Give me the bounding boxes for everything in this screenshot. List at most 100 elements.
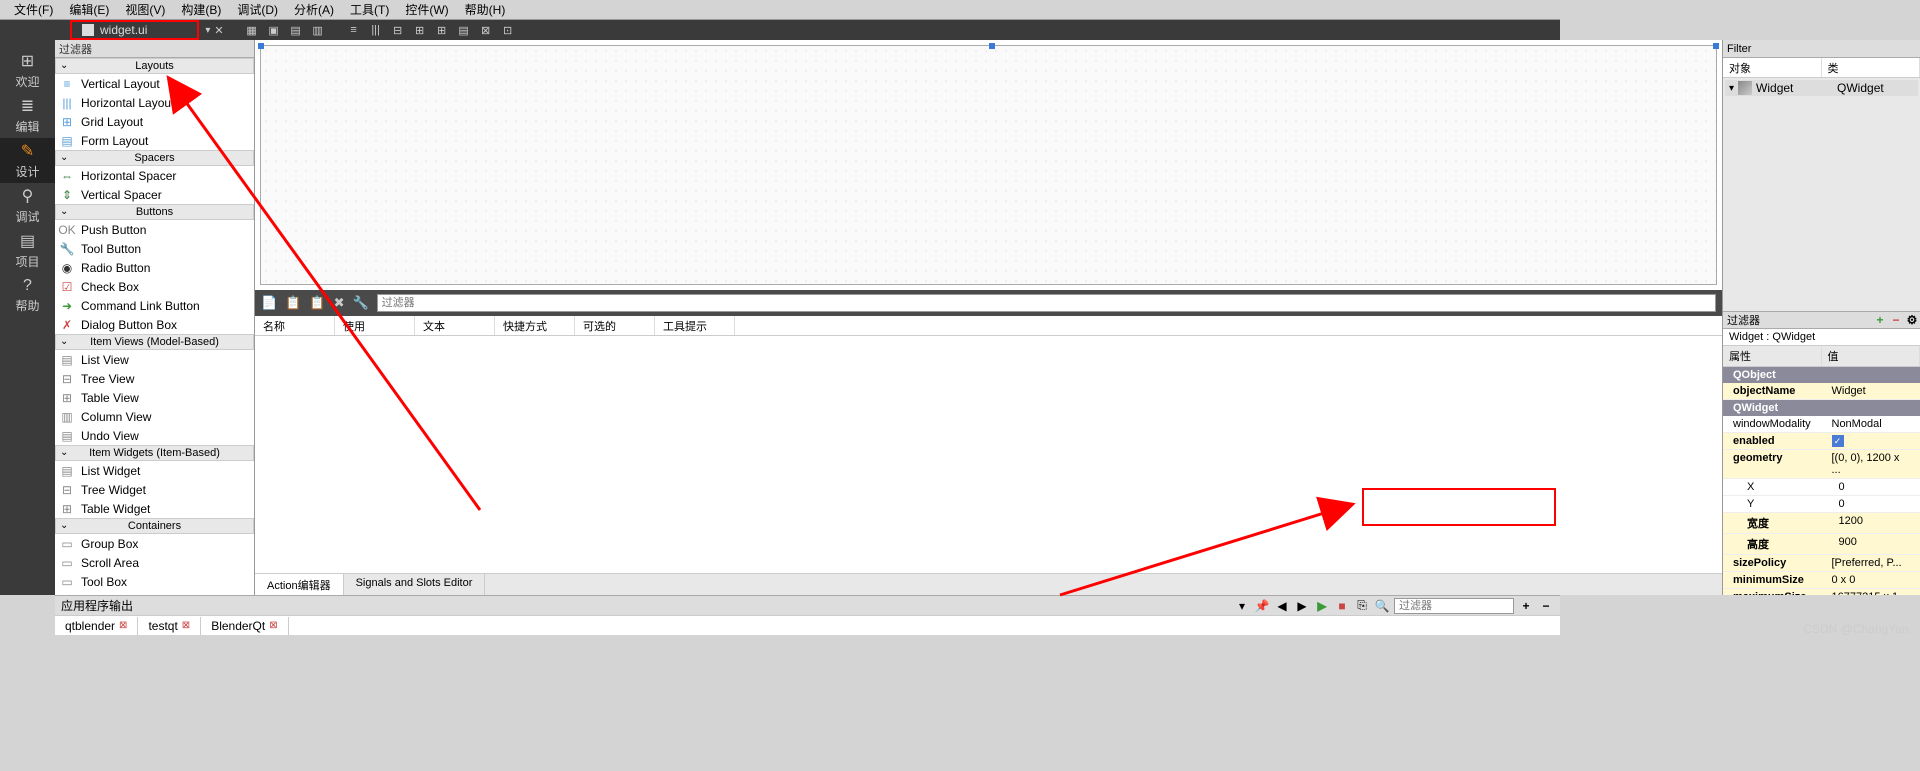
widget-item[interactable]: ➜Command Link Button xyxy=(55,296,254,315)
property-row[interactable]: 宽度1200 xyxy=(1723,513,1920,534)
widget-item[interactable]: ◉Radio Button xyxy=(55,258,254,277)
mode-项目[interactable]: ▤项目 xyxy=(0,228,55,273)
close-icon[interactable]: ⊠ xyxy=(269,620,277,631)
action-column-header[interactable]: 使用 xyxy=(335,316,415,335)
project-tab[interactable]: BlenderQt⊠ xyxy=(201,617,288,635)
close-icon[interactable]: ⊠ xyxy=(119,620,127,631)
menu-item[interactable]: 控件(W) xyxy=(399,0,454,20)
menu-item[interactable]: 文件(F) xyxy=(8,0,59,20)
action-column-header[interactable]: 快捷方式 xyxy=(495,316,575,335)
property-value[interactable]: 900 xyxy=(1829,534,1920,554)
widget-item[interactable]: ▤List Widget xyxy=(55,461,254,480)
property-row[interactable]: windowModalityNonModal xyxy=(1723,416,1920,433)
copy-action-icon[interactable]: 📋 xyxy=(285,295,301,311)
action-filter-input[interactable] xyxy=(377,294,1716,312)
mode-编辑[interactable]: ≣编辑 xyxy=(0,93,55,138)
widget-category[interactable]: Spacers xyxy=(55,150,254,166)
add-property-icon[interactable]: + xyxy=(1872,312,1888,328)
widget-item[interactable]: OKPush Button xyxy=(55,220,254,239)
property-row[interactable]: Y0 xyxy=(1723,496,1920,513)
property-value[interactable]: 0 x 0 xyxy=(1822,572,1920,588)
action-column-header[interactable]: 工具提示 xyxy=(655,316,735,335)
widget-item[interactable]: ▭Group Box xyxy=(55,534,254,553)
property-menu-icon[interactable]: ⚙ xyxy=(1904,312,1920,328)
widget-item[interactable]: |||Horizontal Layout xyxy=(55,93,254,112)
layout-form-icon[interactable]: ▤ xyxy=(456,22,472,38)
widget-item[interactable]: ⊞Table View xyxy=(55,388,254,407)
menu-item[interactable]: 调试(D) xyxy=(231,0,284,20)
bottom-tab[interactable]: Signals and Slots Editor xyxy=(344,574,486,595)
property-value[interactable]: 1200 xyxy=(1829,513,1920,533)
layout-v-icon[interactable]: ||| xyxy=(368,22,384,38)
widget-item[interactable]: ▤Undo View xyxy=(55,426,254,445)
action-table-body[interactable] xyxy=(255,336,1722,574)
property-row[interactable]: sizePolicy[Preferred, P... xyxy=(1723,555,1920,572)
widget-item[interactable]: ≡Vertical Layout xyxy=(55,74,254,93)
mode-欢迎[interactable]: ⊞欢迎 xyxy=(0,48,55,93)
stop-icon[interactable]: ■ xyxy=(1334,598,1350,614)
widget-category[interactable]: Buttons xyxy=(55,204,254,220)
action-column-header[interactable]: 名称 xyxy=(255,316,335,335)
property-list[interactable]: QObjectobjectNameWidgetQWidgetwindowModa… xyxy=(1723,367,1920,596)
checkbox-icon[interactable]: ✓ xyxy=(1832,435,1844,447)
search-icon[interactable]: 🔍 xyxy=(1374,598,1390,614)
widget-item[interactable]: ✗Dialog Button Box xyxy=(55,315,254,334)
resize-handle[interactable] xyxy=(989,43,995,49)
layout-h-icon[interactable]: ≡ xyxy=(346,22,362,38)
property-value[interactable]: Widget xyxy=(1822,383,1920,399)
layout-hsplit-icon[interactable]: ⊟ xyxy=(390,22,406,38)
minimize-icon[interactable]: ▾ xyxy=(1234,598,1250,614)
property-value[interactable]: 16777215 x 1... xyxy=(1822,589,1920,596)
widget-item[interactable]: ▭Scroll Area xyxy=(55,553,254,572)
menu-item[interactable]: 工具(T) xyxy=(344,0,395,20)
property-row[interactable]: enabled✓ xyxy=(1723,433,1920,450)
menu-item[interactable]: 帮助(H) xyxy=(459,0,512,20)
property-row[interactable]: 高度900 xyxy=(1723,534,1920,555)
widget-item[interactable]: ☑Check Box xyxy=(55,277,254,296)
property-row[interactable]: maximumSize16777215 x 1... xyxy=(1723,589,1920,596)
action-column-header[interactable]: 可选的 xyxy=(575,316,655,335)
property-value[interactable]: [Preferred, P... xyxy=(1822,555,1920,571)
widget-item[interactable]: ▤Form Layout xyxy=(55,131,254,150)
object-tree[interactable]: ▾ Widget QWidget xyxy=(1723,78,1920,311)
attach-icon[interactable]: ⎘ xyxy=(1354,598,1370,614)
widget-item[interactable]: ▤List View xyxy=(55,350,254,369)
bottom-tab[interactable]: Action编辑器 xyxy=(255,574,344,595)
property-value[interactable]: ✓ xyxy=(1822,433,1920,449)
property-group[interactable]: QWidget xyxy=(1723,400,1920,416)
property-value[interactable]: [(0, 0), 1200 x ... xyxy=(1822,450,1920,478)
next-icon[interactable]: ▶ xyxy=(1294,598,1310,614)
property-row[interactable]: geometry[(0, 0), 1200 x ... xyxy=(1723,450,1920,479)
widget-item[interactable]: ⊟Tree Widget xyxy=(55,480,254,499)
object-filter-label[interactable]: Filter xyxy=(1723,40,1920,58)
property-row[interactable]: minimumSize0 x 0 xyxy=(1723,572,1920,589)
widget-category[interactable]: Item Widgets (Item-Based) xyxy=(55,445,254,461)
tab-dropdown-icon[interactable]: ▾ xyxy=(205,25,210,36)
mode-帮助[interactable]: ?帮助 xyxy=(0,273,55,318)
project-tab[interactable]: testqt⊠ xyxy=(138,617,201,635)
edit-taborder-icon[interactable]: ▥ xyxy=(310,22,326,38)
widget-category[interactable]: Item Views (Model-Based) xyxy=(55,334,254,350)
project-tab[interactable]: qtblender⊠ xyxy=(55,617,138,635)
widget-item[interactable]: 🔧Tool Button xyxy=(55,239,254,258)
widget-category[interactable]: Layouts xyxy=(55,58,254,74)
form-canvas[interactable] xyxy=(260,45,1717,285)
widget-item[interactable]: ⊟Tree View xyxy=(55,369,254,388)
widget-item[interactable]: ▥Column View xyxy=(55,407,254,426)
widget-category[interactable]: Containers xyxy=(55,518,254,534)
remove-property-icon[interactable]: − xyxy=(1888,312,1904,328)
menu-item[interactable]: 分析(A) xyxy=(288,0,340,20)
property-row[interactable]: objectNameWidget xyxy=(1723,383,1920,400)
widget-item[interactable]: ▭Tool Box xyxy=(55,572,254,591)
property-value[interactable]: 0 xyxy=(1829,479,1920,495)
menu-item[interactable]: 视图(V) xyxy=(119,0,171,20)
property-filter-label[interactable]: 过滤器 xyxy=(1723,312,1872,328)
tab-close-icon[interactable]: ✕ xyxy=(214,24,223,37)
resize-handle[interactable] xyxy=(258,43,264,49)
pin-icon[interactable]: 📌 xyxy=(1254,598,1270,614)
widget-item[interactable]: ⇕Vertical Spacer xyxy=(55,185,254,204)
delete-action-icon[interactable]: ✖ xyxy=(334,295,345,311)
edit-buddies-icon[interactable]: ▤ xyxy=(288,22,304,38)
action-column-header[interactable]: 文本 xyxy=(415,316,495,335)
adjust-size-icon[interactable]: ⊡ xyxy=(500,22,516,38)
